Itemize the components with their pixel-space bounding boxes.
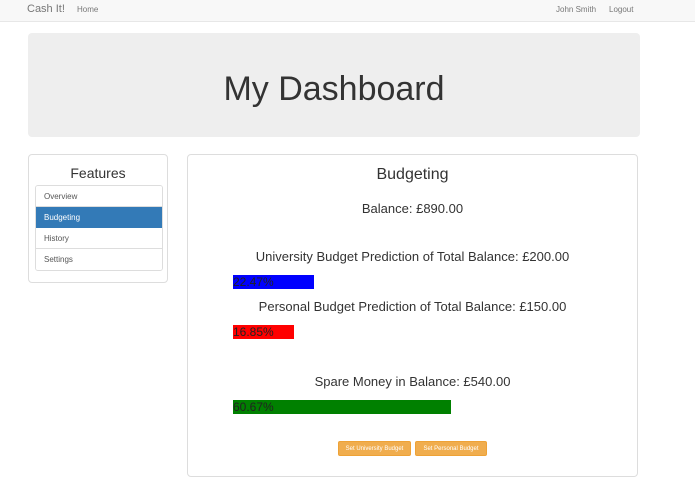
university-progress-bar: 22.47% [233,275,314,289]
personal-prediction-text: Personal Budget Prediction of Total Bala… [258,299,567,314]
set-personal-budget-button[interactable]: Set Personal Budget [415,441,487,456]
features-panel: Features Overview Budgeting History Sett… [28,154,168,283]
sidebar-item-budgeting[interactable]: Budgeting [36,207,162,228]
set-university-budget-button[interactable]: Set University Budget [338,441,411,456]
personal-progress-bar: 16.85% [233,325,294,339]
logout-link[interactable]: Logout [609,5,633,14]
balance-text: Balance: £890.00 [361,201,464,216]
sidebar-item-overview[interactable]: Overview [36,186,162,207]
page-title: My Dashboard [223,70,445,108]
brand-link[interactable]: Cash It! [27,3,65,15]
spare-percent-label: 60.67% [233,400,274,414]
top-navbar: Cash It! Home John Smith Logout [0,0,695,22]
features-title: Features [70,165,126,181]
university-prediction-text: University Budget Prediction of Total Ba… [255,249,570,264]
budgeting-panel: Budgeting Balance: £890.00 University Bu… [187,154,638,477]
sidebar-item-history[interactable]: History [36,228,162,249]
home-link[interactable]: Home [77,5,98,14]
user-link[interactable]: John Smith [556,5,596,14]
dashboard-header: My Dashboard [28,33,640,137]
sidebar-item-settings[interactable]: Settings [36,249,162,270]
spare-progress-bar: 60.67% [233,400,452,414]
spare-money-text: Spare Money in Balance: £540.00 [314,374,511,389]
budgeting-title: Budgeting [376,166,449,183]
university-percent-label: 22.47% [233,275,274,289]
features-list: Overview Budgeting History Settings [35,185,163,271]
personal-percent-label: 16.85% [233,325,274,339]
